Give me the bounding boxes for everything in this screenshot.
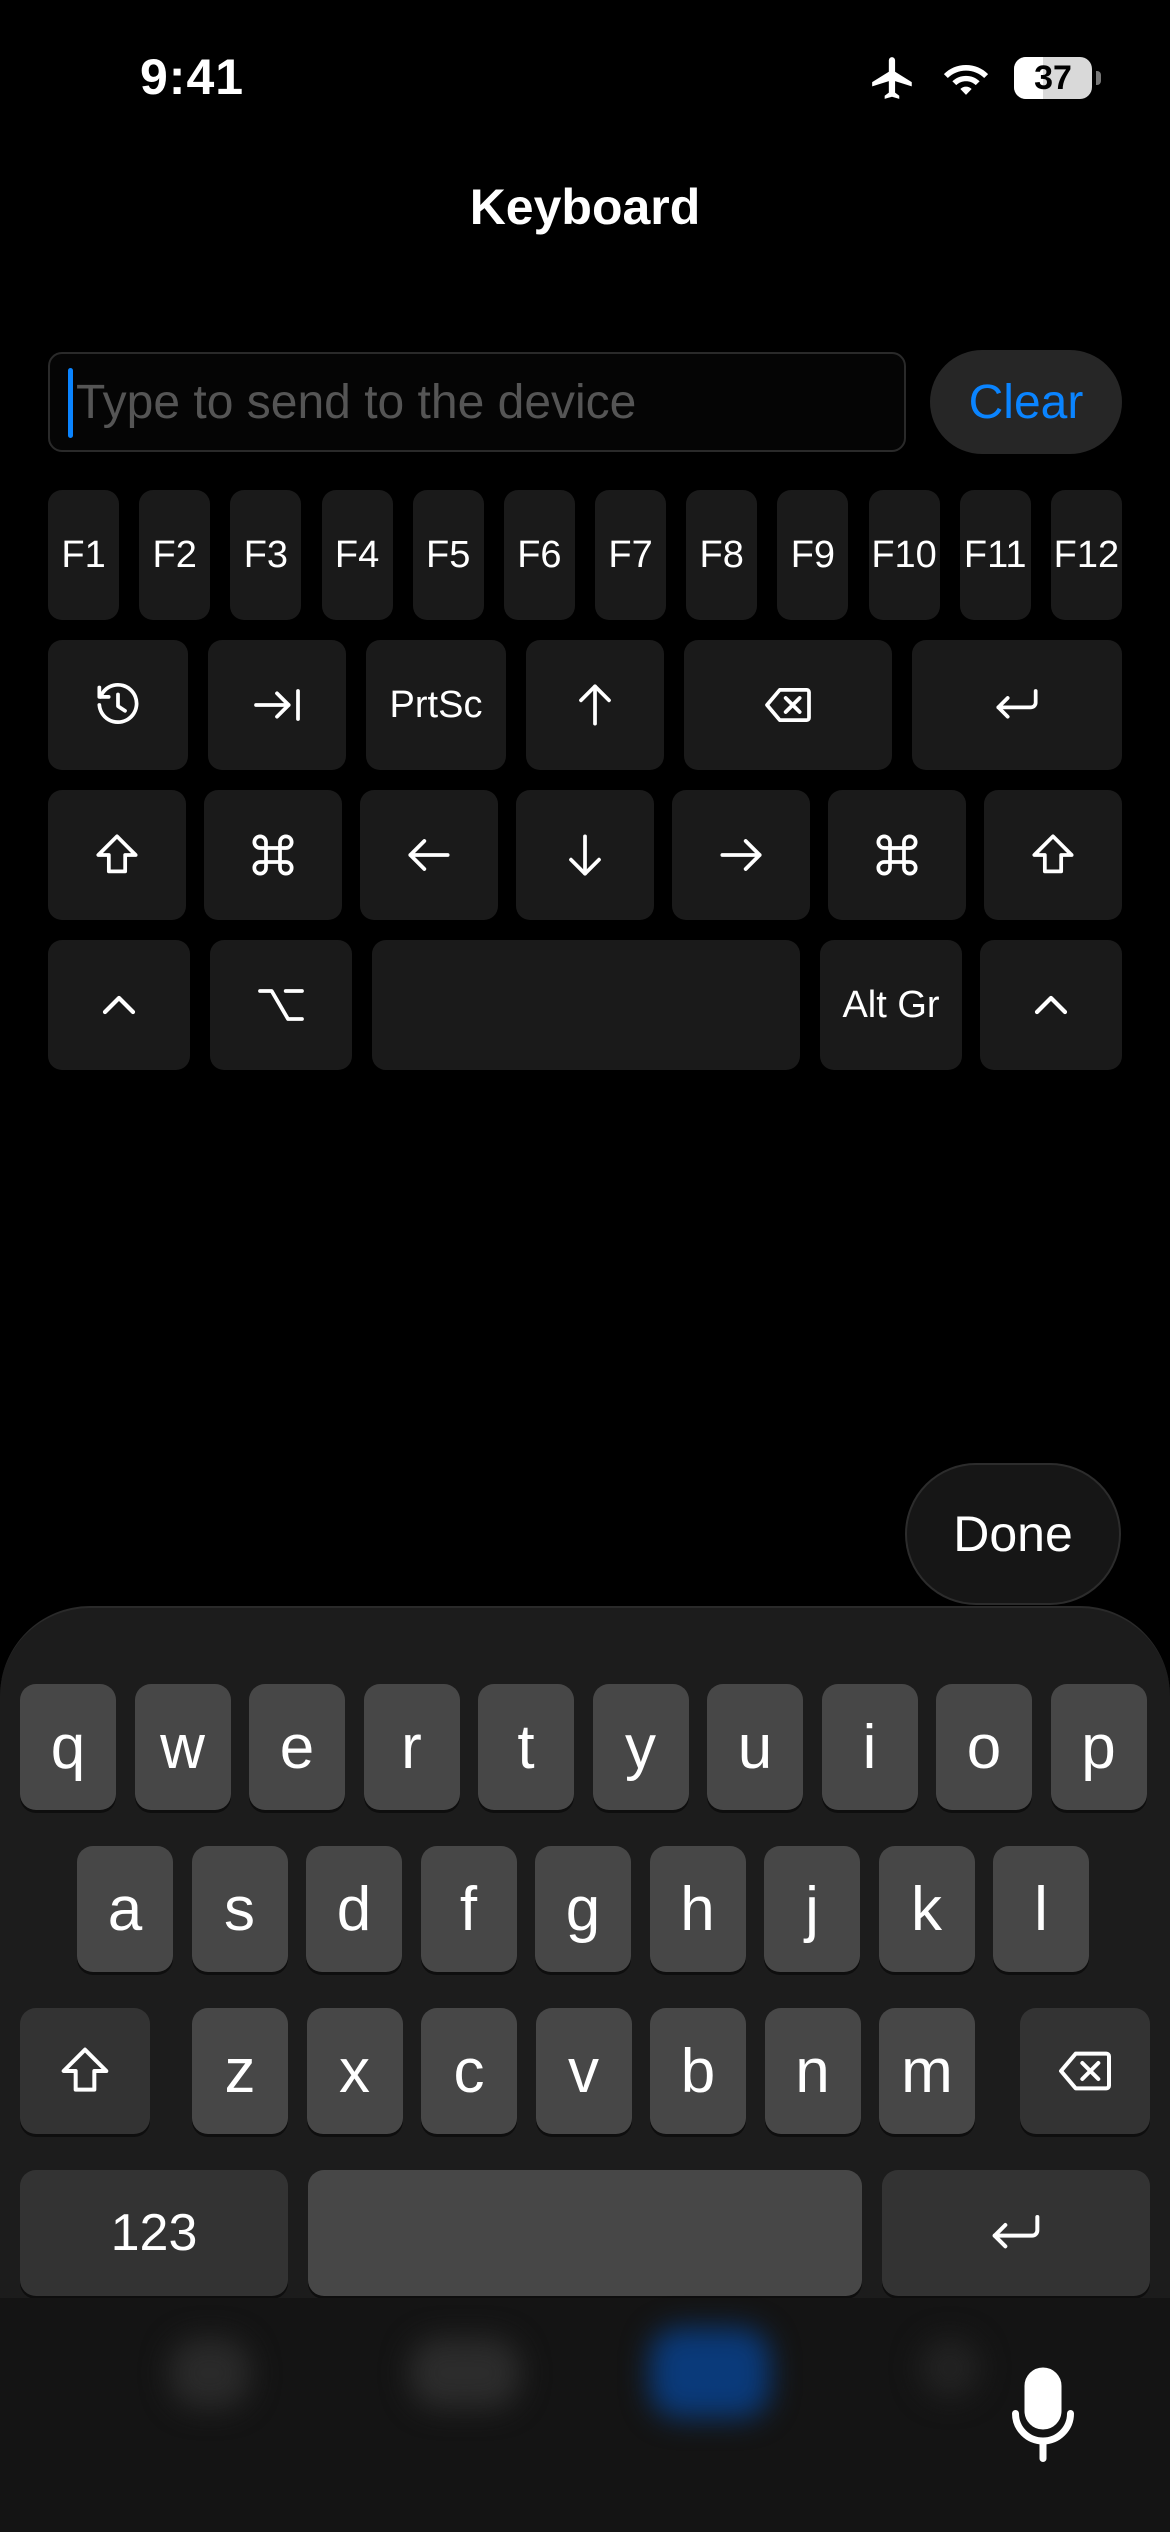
text-caret [68, 368, 73, 438]
key-d[interactable]: d [306, 1846, 402, 1972]
history-key[interactable] [48, 640, 188, 770]
key-o[interactable]: o [936, 1684, 1032, 1810]
key-j[interactable]: j [764, 1846, 860, 1972]
key-q[interactable]: q [20, 1684, 116, 1810]
numbers-key[interactable]: 123 [20, 2170, 288, 2296]
option-icon [258, 989, 304, 1021]
left-shift-key[interactable] [48, 790, 186, 920]
key-w[interactable]: w [134, 1684, 231, 1810]
history-icon [97, 683, 139, 725]
key-n[interactable]: n [764, 2008, 861, 2134]
page-title: Keyboard [469, 179, 701, 235]
function-key-f3[interactable]: F3 [230, 490, 302, 620]
arrow-right-icon [720, 839, 762, 871]
function-key-f1[interactable]: F1 [48, 490, 120, 620]
status-icons: 37 [868, 50, 1101, 106]
shift-icon [61, 2047, 109, 2092]
function-key-f6[interactable]: F6 [503, 490, 575, 620]
key-v[interactable]: v [535, 2008, 632, 2134]
function-key-f5[interactable]: F5 [412, 490, 484, 620]
tab-key[interactable] [208, 640, 346, 770]
function-key-f11[interactable]: F11 [959, 490, 1031, 620]
key-h[interactable]: h [649, 1846, 746, 1972]
function-key-f12[interactable]: F12 [1050, 490, 1122, 620]
arrow-up-icon [579, 684, 611, 726]
altgr-key[interactable]: Alt Gr [820, 940, 962, 1070]
system-keyboard: qwertyuiop asdfghjkl zxcvbnm 123 [0, 1606, 1170, 2532]
status-time: 9:41 [140, 49, 245, 105]
key-m[interactable]: m [879, 2008, 975, 2134]
right-command-key[interactable] [828, 790, 966, 920]
control-icon [102, 995, 136, 1015]
space-key[interactable] [372, 940, 800, 1070]
left-control-key[interactable] [48, 940, 190, 1070]
key-g[interactable]: g [535, 1846, 631, 1972]
airplane-icon [872, 57, 912, 99]
send-text-input[interactable] [76, 354, 876, 450]
battery-indicator: 37 [1014, 57, 1101, 99]
key-c[interactable]: c [421, 2008, 517, 2134]
key-t[interactable]: t [478, 1684, 574, 1810]
key-i[interactable]: i [821, 1684, 918, 1810]
function-key-f8[interactable]: F8 [686, 490, 758, 620]
key-e[interactable]: e [249, 1684, 345, 1810]
key-x[interactable]: x [306, 2008, 403, 2134]
return-icon [996, 689, 1038, 719]
blurred-suggestion [170, 2338, 250, 2408]
clear-button[interactable]: Clear [930, 350, 1122, 454]
option-key[interactable] [210, 940, 352, 1070]
blurred-suggestion [650, 2328, 770, 2418]
key-y[interactable]: y [592, 1684, 689, 1810]
arrow-down-icon [569, 834, 601, 876]
tab-icon [254, 689, 300, 721]
shift-icon [96, 834, 138, 874]
arrow-left-key[interactable] [360, 790, 498, 920]
command-icon [252, 834, 294, 876]
text-input-container[interactable] [48, 352, 906, 452]
key-a[interactable]: a [77, 1846, 173, 1972]
left-command-key[interactable] [204, 790, 342, 920]
microphone-icon[interactable] [1008, 2366, 1078, 2466]
function-key-f2[interactable]: F2 [139, 490, 211, 620]
arrow-right-key[interactable] [672, 790, 810, 920]
battery-percent: 37 [1034, 58, 1072, 97]
right-shift-key[interactable] [984, 790, 1122, 920]
control-icon [1034, 995, 1068, 1015]
blurred-suggestion [410, 2338, 520, 2408]
key-p[interactable]: p [1050, 1684, 1147, 1810]
function-key-f9[interactable]: F9 [777, 490, 849, 620]
delete-icon [765, 687, 811, 723]
return-key[interactable] [912, 640, 1122, 770]
keyboard-accessory-area [0, 2298, 1170, 2532]
keyboard-space-key[interactable] [308, 2170, 862, 2296]
done-button[interactable]: Done [905, 1463, 1121, 1605]
delete-key[interactable] [684, 640, 892, 770]
arrow-left-icon [408, 839, 450, 871]
key-b[interactable]: b [650, 2008, 746, 2134]
function-key-f10[interactable]: F10 [868, 490, 940, 620]
key-k[interactable]: k [878, 1846, 975, 1972]
keyboard-shift-key[interactable] [20, 2008, 150, 2134]
function-key-f7[interactable]: F7 [595, 490, 667, 620]
blurred-suggestion [920, 2338, 980, 2398]
key-f[interactable]: f [420, 1846, 517, 1972]
return-icon [992, 2215, 1040, 2249]
key-z[interactable]: z [192, 2008, 288, 2134]
command-icon [876, 834, 918, 876]
prtsc-key[interactable]: PrtSc [366, 640, 506, 770]
key-l[interactable]: l [993, 1846, 1089, 1972]
wifi-icon [943, 65, 989, 95]
key-r[interactable]: r [363, 1684, 460, 1810]
delete-icon [1059, 2051, 1111, 2091]
shift-icon [1032, 834, 1074, 874]
keyboard-return-key[interactable] [882, 2170, 1150, 2296]
key-s[interactable]: s [191, 1846, 288, 1972]
key-u[interactable]: u [707, 1684, 803, 1810]
arrow-down-key[interactable] [516, 790, 654, 920]
arrow-up-key[interactable] [526, 640, 664, 770]
function-key-f4[interactable]: F4 [321, 490, 393, 620]
keyboard-delete-key[interactable] [1020, 2008, 1150, 2134]
right-control-key[interactable] [980, 940, 1122, 1070]
